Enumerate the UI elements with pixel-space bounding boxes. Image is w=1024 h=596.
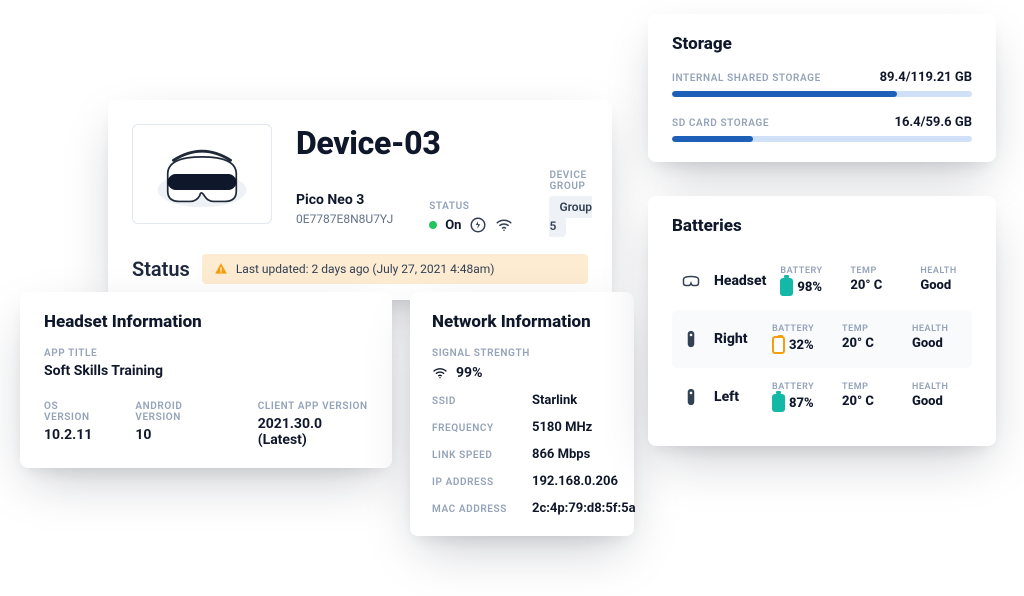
health-label: HEALTH	[912, 324, 962, 334]
device-serial: 0E7787E8N8U7YJ	[296, 212, 393, 226]
sd-storage-label: SD CARD STORAGE	[672, 118, 769, 129]
temp-label: TEMP	[850, 266, 900, 276]
controller-icon	[682, 330, 700, 348]
internal-storage-bar	[672, 91, 972, 97]
signal-strength-value: 99%	[456, 365, 482, 381]
health-label: HEALTH	[920, 266, 970, 276]
device-name: Device-03	[296, 124, 588, 162]
device-group-label: DEVICE GROUP	[549, 170, 592, 192]
battery-health: Good	[912, 336, 962, 351]
battery-temp: 20° C	[842, 394, 892, 409]
storage-title: Storage	[672, 34, 972, 54]
battery-health: Good	[920, 278, 970, 293]
storage-card: Storage INTERNAL SHARED STORAGE 89.4/119…	[648, 14, 996, 162]
ip-address-label: IP ADDRESS	[432, 477, 524, 488]
warning-icon	[214, 262, 228, 276]
battery-level-icon	[780, 278, 793, 296]
battery-level-icon	[772, 394, 785, 412]
battery-health: Good	[912, 394, 962, 409]
device-model: Pico Neo 3	[296, 192, 393, 208]
android-version-label: ANDROID VERSION	[135, 401, 225, 423]
signal-strength-label: SIGNAL STRENGTH	[432, 348, 612, 359]
health-label: HEALTH	[912, 382, 962, 392]
battery-temp: 20° C	[842, 336, 892, 351]
status-value: On	[445, 218, 461, 233]
app-title-value: Soft Skills Training	[44, 363, 368, 379]
link-speed-value: 866 Mbps	[532, 447, 590, 462]
battery-row: Left BATTERY 87% TEMP 20° C HEALTH Good	[672, 368, 972, 426]
batteries-title: Batteries	[672, 216, 972, 236]
battery-row-name: Left	[714, 389, 758, 405]
battery-percent: 98%	[797, 280, 822, 295]
ssid-value: Starlink	[532, 393, 577, 408]
frequency-value: 5180 MHz	[532, 420, 592, 435]
battery-temp: 20° C	[850, 278, 900, 293]
battery-percent: 87%	[789, 396, 814, 411]
ip-address-value: 192.168.0.206	[532, 474, 618, 489]
batteries-card: Batteries Headset BATTERY 98% TEMP 20° C…	[648, 196, 996, 446]
battery-row: Right BATTERY 32% TEMP 20° C HEALTH Good	[672, 310, 972, 368]
battery-row: Headset BATTERY 98% TEMP 20° C HEALTH Go…	[672, 252, 972, 310]
mac-address-label: MAC ADDRESS	[432, 504, 524, 515]
internal-storage-value: 89.4/119.21 GB	[880, 70, 972, 85]
client-app-version-value: 2021.30.0 (Latest)	[258, 416, 368, 448]
ssid-label: SSID	[432, 396, 524, 407]
network-info-card: Network Information SIGNAL STRENGTH 99% …	[410, 292, 634, 536]
os-version-label: OS VERSION	[44, 401, 103, 423]
network-info-title: Network Information	[432, 312, 612, 332]
battery-label: BATTERY	[772, 324, 822, 334]
charging-icon	[469, 216, 487, 234]
device-group-chip[interactable]: Group 5	[549, 196, 592, 237]
temp-label: TEMP	[842, 382, 892, 392]
internal-storage-label: INTERNAL SHARED STORAGE	[672, 73, 821, 84]
temp-label: TEMP	[842, 324, 892, 334]
controller-icon	[682, 388, 700, 406]
battery-row-name: Right	[714, 331, 758, 347]
android-version-value: 10	[135, 427, 225, 443]
last-updated-text: Last updated: 2 days ago (July 27, 2021 …	[236, 262, 495, 276]
headset-info-card: Headset Information APP TITLE Soft Skill…	[20, 292, 392, 468]
last-updated-banner: Last updated: 2 days ago (July 27, 2021 …	[202, 254, 588, 284]
battery-row-name: Headset	[714, 273, 766, 289]
status-label: STATUS	[429, 201, 513, 212]
status-dot-icon	[429, 221, 437, 229]
battery-percent: 32%	[789, 338, 814, 353]
device-thumbnail	[132, 124, 272, 224]
device-summary-card: Device-03 Pico Neo 3 0E7787E8N8U7YJ STAT…	[108, 100, 612, 300]
sd-storage-value: 16.4/59.6 GB	[894, 115, 972, 130]
app-title-label: APP TITLE	[44, 348, 368, 359]
client-app-version-label: CLIENT APP VERSION	[258, 401, 368, 412]
wifi-icon	[495, 216, 513, 234]
headset-icon	[682, 274, 700, 288]
headset-info-title: Headset Information	[44, 312, 368, 332]
status-section-title: Status	[132, 257, 190, 281]
frequency-label: FREQUENCY	[432, 423, 524, 434]
link-speed-label: LINK SPEED	[432, 450, 524, 461]
mac-address-value: 2c:4p:79:d8:5f:5a	[532, 501, 636, 516]
wifi-icon	[432, 365, 448, 381]
vr-headset-image-icon	[142, 134, 262, 214]
os-version-value: 10.2.11	[44, 427, 103, 443]
sd-storage-bar	[672, 136, 972, 142]
battery-level-icon	[772, 336, 785, 354]
